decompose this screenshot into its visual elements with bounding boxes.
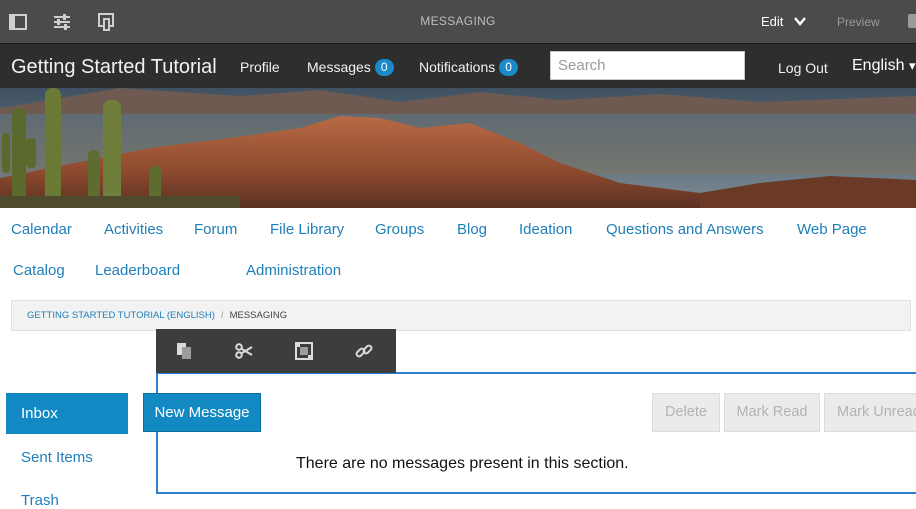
nav-catalog[interactable]: Catalog [13,262,65,279]
nav-blog[interactable]: Blog [457,221,487,238]
copy-icon[interactable] [174,341,194,361]
breadcrumb-current: MESSAGING [229,310,288,321]
site-banner-image [0,88,916,208]
sidebar-item-trash[interactable]: Trash [6,492,128,509]
sidebar-item-inbox[interactable]: Inbox [6,393,128,434]
link-icon[interactable] [354,341,374,361]
nav-forum[interactable]: Forum [194,221,237,238]
logout-link[interactable]: Log Out [778,60,828,76]
component-toolbar [156,329,396,373]
language-label: English [852,57,905,74]
nav-leaderboard[interactable]: Leaderboard [95,262,180,279]
edit-mode-button[interactable]: Edit [761,14,783,29]
notifications-count-badge: 0 [499,59,518,76]
nav-file-library[interactable]: File Library [270,221,344,238]
nav-administration[interactable]: Administration [246,262,341,279]
mark-read-button[interactable]: Mark Read [724,393,820,432]
new-message-button[interactable]: New Message [143,393,261,432]
mark-unread-button[interactable]: Mark Unread [824,393,916,432]
sidebar-item-sent-items[interactable]: Sent Items [6,449,128,466]
chevron-down-icon[interactable] [793,14,807,28]
annotate-icon[interactable] [908,14,916,28]
notifications-link[interactable]: Notifications 0 [419,59,518,76]
nav-calendar[interactable]: Calendar [11,221,72,238]
search-input[interactable] [550,51,745,80]
breadcrumb-separator: / [220,310,224,321]
messages-count-badge: 0 [374,59,394,76]
nav-ideation[interactable]: Ideation [519,221,572,238]
breadcrumb: GETTING STARTED TUTORIAL (ENGLISH) / MESSA… [11,300,911,331]
editor-toolbar: MESSAGING Edit Preview [0,0,916,43]
selected-component-frame[interactable] [156,372,916,494]
site-header: Getting Started Tutorial Profile Message… [0,43,916,89]
nav-questions-and-answers[interactable]: Questions and Answers [606,221,764,238]
delete-button[interactable]: Delete [652,393,720,432]
profile-link[interactable]: Profile [240,59,280,75]
messages-link[interactable]: Messages 0 [307,59,394,76]
breadcrumb-parent-link[interactable]: GETTING STARTED TUTORIAL (ENGLISH) [27,310,215,321]
cut-icon[interactable] [234,341,254,361]
insert-component-icon[interactable] [294,341,314,361]
caret-down-icon: ▾ [908,58,916,73]
messages-label: Messages [307,59,371,75]
nav-groups[interactable]: Groups [375,221,424,238]
empty-messages-text: There are no messages present in this se… [296,455,629,472]
nav-web-page[interactable]: Web Page [797,221,867,238]
nav-activities[interactable]: Activities [104,221,163,238]
notifications-label: Notifications [419,59,496,75]
site-title[interactable]: Getting Started Tutorial [11,56,217,79]
preview-button[interactable]: Preview [837,15,880,29]
language-selector[interactable]: English ▾ [852,57,915,75]
